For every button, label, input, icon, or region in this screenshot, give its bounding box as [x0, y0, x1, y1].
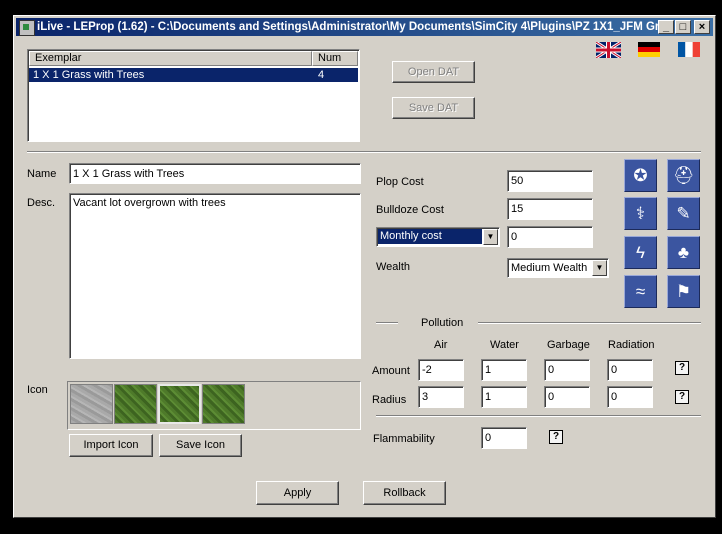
flammability-help-icon[interactable]: ? [549, 430, 563, 444]
icon-swatch-grass[interactable] [114, 384, 157, 424]
park-icon[interactable]: ♣ [667, 236, 700, 269]
water-radius-input[interactable] [481, 386, 527, 408]
icon-label: Icon [27, 384, 48, 396]
fire-icon[interactable]: ⛑ [667, 159, 700, 192]
column-radiation: Radiation [608, 339, 655, 351]
minimize-button[interactable]: _ [658, 20, 674, 34]
plop-cost-label: Plop Cost [376, 176, 424, 188]
garbage-radius-input[interactable] [544, 386, 590, 408]
flag-france-icon[interactable] [678, 42, 700, 57]
monthly-cost-select[interactable]: Monthly cost ▼ [376, 227, 500, 247]
amount-label: Amount [372, 365, 410, 377]
police-icon[interactable]: ✪ [624, 159, 657, 192]
pollution-separator-right [478, 322, 701, 324]
name-input[interactable] [69, 163, 361, 184]
flag-germany-icon[interactable] [638, 42, 660, 57]
plop-cost-input[interactable] [507, 170, 593, 192]
row-num: 4 [318, 69, 325, 81]
flammability-input[interactable] [481, 427, 527, 449]
description-textarea[interactable]: Vacant lot overgrown with trees [69, 193, 361, 359]
wealth-selected-value: Medium Wealth [511, 262, 588, 274]
import-icon-button[interactable]: Import Icon [69, 434, 153, 457]
pollution-label: Pollution [421, 317, 464, 329]
top-separator [27, 151, 701, 153]
radiation-amount-input[interactable] [607, 359, 653, 381]
flammability-separator [376, 415, 701, 417]
chevron-down-icon[interactable]: ▼ [483, 229, 498, 245]
desc-label: Desc. [27, 197, 56, 209]
open-dat-button[interactable]: Open DAT [392, 61, 475, 83]
icon-swatch-grass-selected[interactable] [158, 384, 201, 424]
wealth-label: Wealth [376, 261, 411, 273]
landmark-icon[interactable]: ⚑ [667, 275, 700, 308]
flag-uk-icon[interactable] [596, 42, 621, 58]
column-header-exemplar[interactable]: Exemplar [29, 51, 312, 66]
amount-help-icon[interactable]: ? [675, 361, 689, 375]
row-exemplar: 1 X 1 Grass with Trees [33, 69, 145, 81]
title-bar[interactable]: iLive - LEProp (1.62) - C:\Documents and… [16, 18, 713, 36]
air-radius-input[interactable] [418, 386, 464, 408]
app-icon [19, 20, 35, 36]
pollution-separator-left [376, 322, 398, 324]
radius-help-icon[interactable]: ? [675, 390, 689, 404]
column-water: Water [490, 339, 519, 351]
power-icon[interactable]: ϟ [624, 236, 657, 269]
list-row-selected[interactable]: 1 X 1 Grass with Trees 4 [29, 68, 358, 82]
column-header-num[interactable]: Num [312, 51, 358, 66]
chevron-down-icon[interactable]: ▼ [592, 260, 607, 276]
health-icon[interactable]: ⚕ [624, 197, 657, 230]
bulldoze-cost-label: Bulldoze Cost [376, 204, 444, 216]
monthly-cost-input[interactable] [507, 226, 593, 248]
icon-swatch-grass[interactable] [202, 384, 245, 424]
maximize-button[interactable]: □ [675, 20, 691, 34]
save-icon-button[interactable]: Save Icon [159, 434, 242, 457]
radiation-radius-input[interactable] [607, 386, 653, 408]
bulldoze-cost-input[interactable] [507, 198, 593, 220]
water-amount-input[interactable] [481, 359, 527, 381]
rollback-button[interactable]: Rollback [363, 481, 446, 505]
column-air: Air [434, 339, 448, 351]
icon-swatch-rock[interactable] [70, 384, 113, 424]
garbage-amount-input[interactable] [544, 359, 590, 381]
flammability-label: Flammability [373, 433, 435, 445]
education-icon[interactable]: ✎ [667, 197, 700, 230]
save-dat-button[interactable]: Save DAT [392, 97, 475, 119]
window-title: iLive - LEProp (1.62) - C:\Documents and… [37, 21, 669, 33]
air-amount-input[interactable] [418, 359, 464, 381]
water-icon[interactable]: ≈ [624, 275, 657, 308]
monthly-cost-selected-value: Monthly cost [378, 229, 482, 244]
apply-button[interactable]: Apply [256, 481, 339, 505]
column-garbage: Garbage [547, 339, 590, 351]
name-label: Name [27, 168, 57, 180]
wealth-select[interactable]: Medium Wealth ▼ [507, 258, 609, 278]
close-button[interactable]: × [694, 20, 710, 34]
radius-label: Radius [372, 394, 407, 406]
